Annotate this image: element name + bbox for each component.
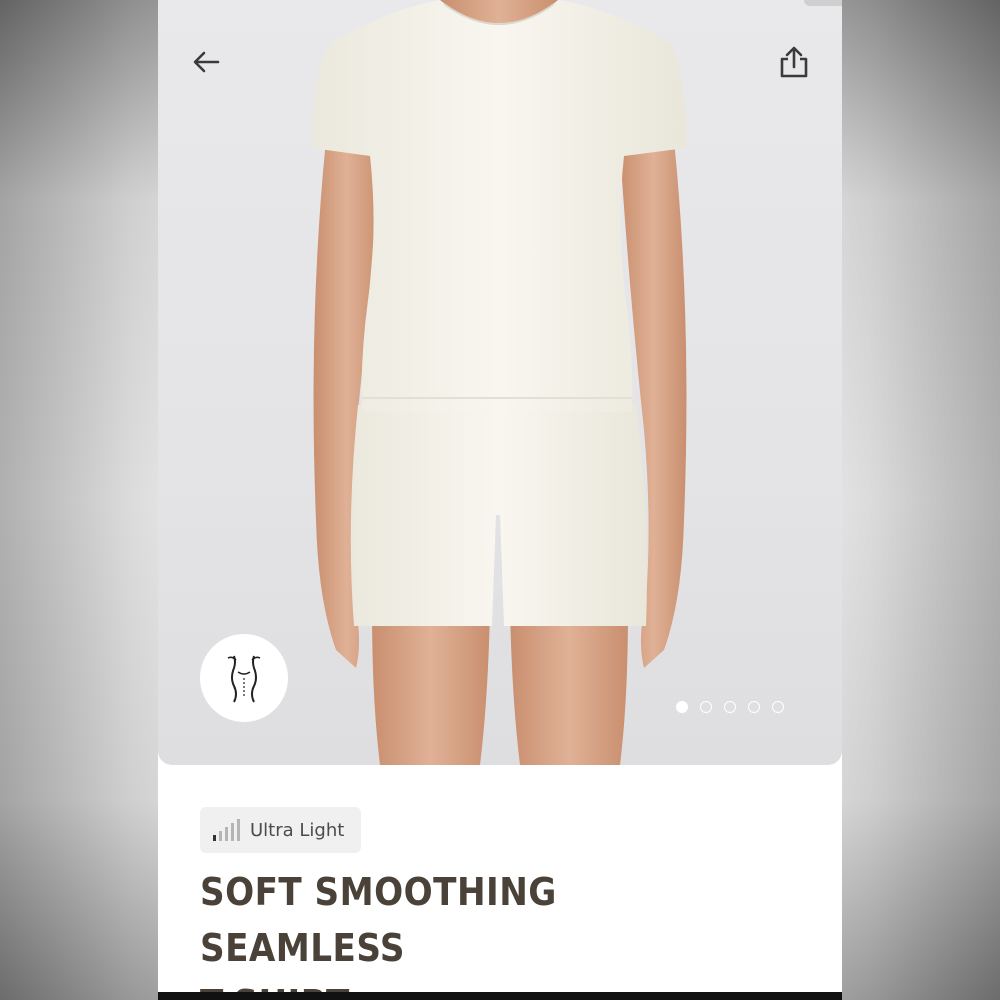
- share-button[interactable]: [774, 42, 814, 82]
- arrow-left-icon: [193, 51, 220, 73]
- share-icon: [780, 46, 808, 78]
- pagination-dot-2[interactable]: [700, 701, 712, 713]
- product-title-line-1: SOFT SMOOTHING SEAMLESS: [200, 870, 557, 970]
- body-silhouette-icon: [227, 655, 261, 703]
- status-indicator: [804, 0, 842, 6]
- fabric-weight-label: Ultra Light: [250, 819, 345, 841]
- back-button[interactable]: [186, 42, 226, 82]
- product-title: SOFT SMOOTHING SEAMLESS T-SHIRT: [200, 864, 758, 1000]
- product-image-gallery[interactable]: [158, 0, 842, 765]
- pagination-dot-3[interactable]: [724, 701, 736, 713]
- pagination-dot-1[interactable]: [676, 701, 688, 713]
- image-pagination: [676, 701, 784, 713]
- fabric-weight-badge: Ultra Light: [200, 807, 361, 853]
- signal-bars-icon: [213, 819, 240, 841]
- background-left: [0, 0, 158, 1000]
- pagination-dot-4[interactable]: [748, 701, 760, 713]
- product-screen: Ultra Light SOFT SMOOTHING SEAMLESS T-SH…: [158, 0, 842, 1000]
- pagination-dot-5[interactable]: [772, 701, 784, 713]
- background-right: [842, 0, 1000, 1000]
- bottom-edge: [158, 992, 842, 1000]
- fit-guide-button[interactable]: [200, 634, 288, 722]
